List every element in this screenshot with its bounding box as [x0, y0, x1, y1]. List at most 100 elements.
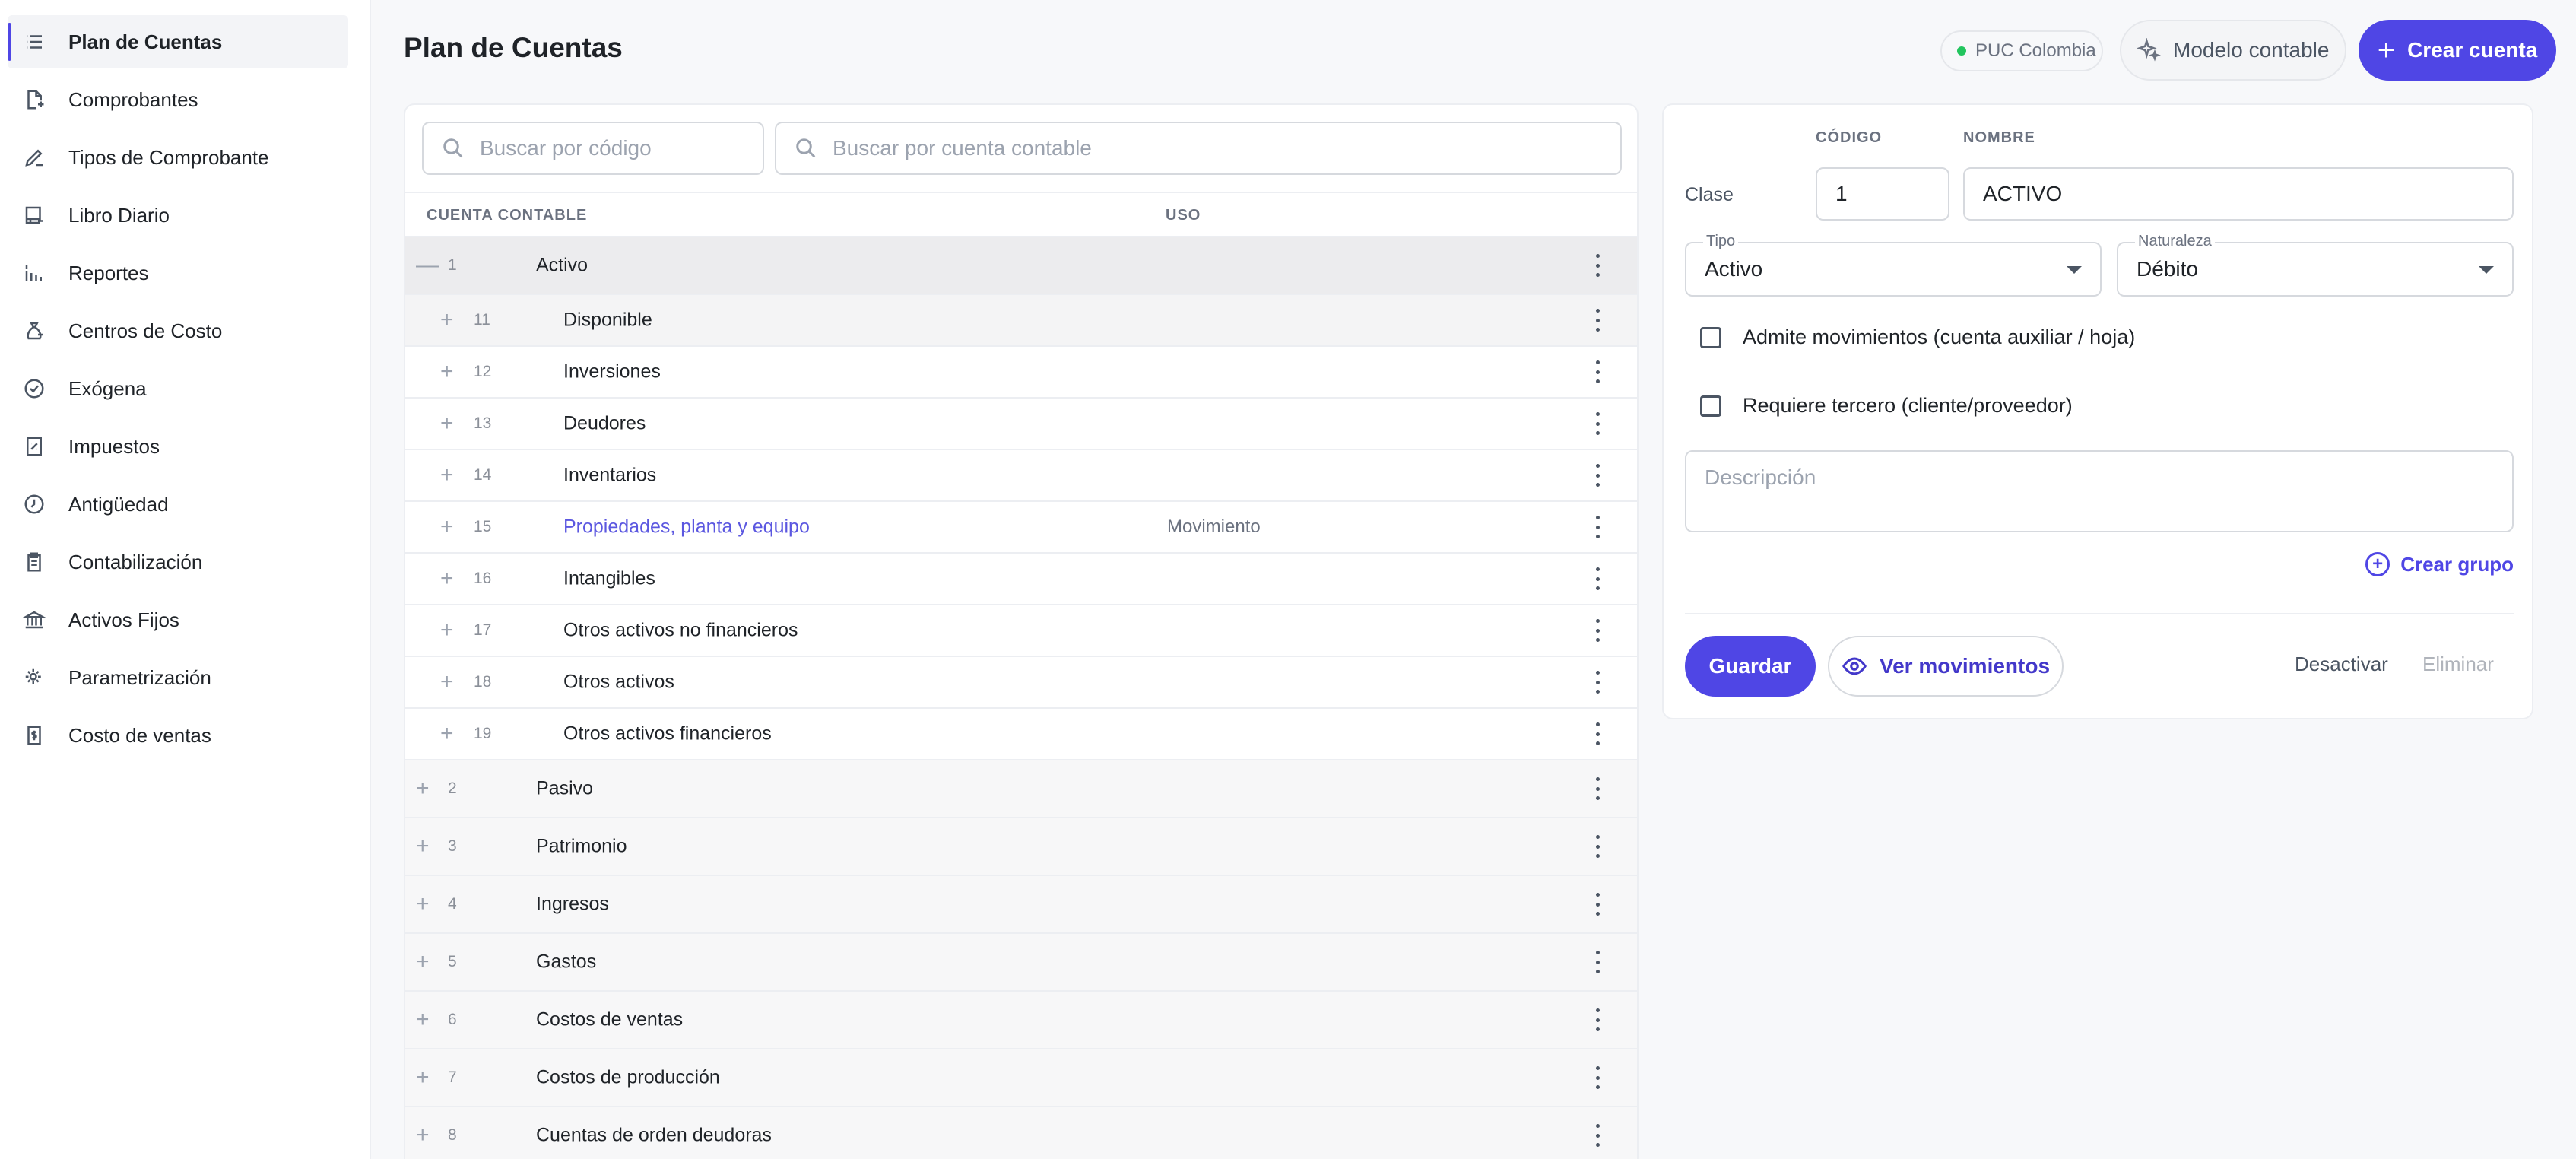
account-name[interactable]: Otros activos no financieros: [563, 620, 798, 642]
more-vertical-icon[interactable]: [1593, 516, 1602, 538]
expand-icon[interactable]: +: [440, 411, 454, 437]
more-vertical-icon[interactable]: [1593, 360, 1602, 383]
crear-grupo-button[interactable]: + Crear grupo: [2365, 552, 2514, 576]
expand-icon[interactable]: +: [416, 949, 430, 975]
more-vertical-icon[interactable]: [1593, 1008, 1602, 1031]
account-code: 19: [474, 725, 492, 742]
account-name[interactable]: Inversiones: [563, 361, 661, 383]
account-name[interactable]: Gastos: [536, 951, 596, 973]
table-row[interactable]: +5 Gastos: [405, 934, 1637, 992]
account-name[interactable]: Otros activos financieros: [563, 723, 772, 745]
modelo-contable-button[interactable]: Modelo contable: [2120, 20, 2346, 81]
guardar-button[interactable]: Guardar: [1685, 636, 1816, 697]
table-row[interactable]: +18 Otros activos: [405, 657, 1637, 709]
descripcion-textarea[interactable]: Descripción: [1685, 450, 2514, 532]
account-name[interactable]: Propiedades, planta y equipo: [563, 516, 810, 538]
sidebar-item-parametrizacion[interactable]: Parametrización: [8, 651, 348, 704]
more-vertical-icon[interactable]: [1593, 1124, 1602, 1147]
expand-icon[interactable]: +: [416, 834, 430, 859]
account-name[interactable]: Cuentas de orden deudoras: [536, 1125, 772, 1147]
checkbox-box[interactable]: [1700, 395, 1721, 417]
more-vertical-icon[interactable]: [1593, 567, 1602, 590]
eliminar-button[interactable]: Eliminar: [2422, 653, 2494, 676]
expand-icon[interactable]: +: [440, 307, 454, 333]
table-row[interactable]: +11 Disponible: [405, 295, 1637, 347]
table-row[interactable]: +14 Inventarios: [405, 450, 1637, 502]
sidebar-item-comprobantes[interactable]: Comprobantes: [8, 73, 348, 126]
table-row[interactable]: +13 Deudores: [405, 399, 1637, 450]
expand-icon[interactable]: +: [416, 891, 430, 917]
expand-icon[interactable]: +: [440, 669, 454, 695]
more-vertical-icon[interactable]: [1593, 309, 1602, 332]
more-vertical-icon[interactable]: [1593, 951, 1602, 973]
table-row[interactable]: +7 Costos de producción: [405, 1049, 1637, 1107]
expand-icon[interactable]: +: [416, 776, 430, 802]
expand-icon[interactable]: +: [440, 618, 454, 643]
account-name[interactable]: Disponible: [563, 310, 652, 332]
ver-movimientos-button[interactable]: Ver movimientos: [1828, 636, 2064, 697]
more-vertical-icon[interactable]: [1593, 1066, 1602, 1089]
table-row[interactable]: +6 Costos de ventas: [405, 992, 1637, 1049]
expand-icon[interactable]: +: [416, 1122, 430, 1148]
more-vertical-icon[interactable]: [1593, 619, 1602, 642]
sidebar-item-libro-diario[interactable]: Libro Diario: [8, 189, 348, 242]
more-vertical-icon[interactable]: [1593, 835, 1602, 858]
sidebar-item-plan-de-cuentas[interactable]: Plan de Cuentas: [8, 15, 348, 68]
table-row[interactable]: +8 Cuentas de orden deudoras: [405, 1107, 1637, 1159]
more-vertical-icon[interactable]: [1593, 777, 1602, 800]
desactivar-button[interactable]: Desactivar: [2295, 653, 2388, 676]
collapse-icon[interactable]: —: [416, 252, 439, 278]
admite-movimientos-checkbox[interactable]: Admite movimientos (cuenta auxiliar / ho…: [1700, 325, 2135, 349]
table-row[interactable]: +12 Inversiones: [405, 347, 1637, 399]
more-vertical-icon[interactable]: [1593, 254, 1602, 277]
table-row[interactable]: +2 Pasivo: [405, 760, 1637, 818]
expand-icon[interactable]: +: [440, 566, 454, 592]
tipo-select[interactable]: Tipo Activo: [1685, 233, 2102, 297]
account-name[interactable]: Pasivo: [536, 778, 593, 800]
table-row[interactable]: — 1 Activo: [405, 237, 1637, 295]
account-name[interactable]: Patrimonio: [536, 836, 627, 858]
expand-icon[interactable]: +: [440, 462, 454, 488]
account-name[interactable]: Inventarios: [563, 465, 656, 487]
more-vertical-icon[interactable]: [1593, 893, 1602, 916]
sidebar-item-costo-de-ventas[interactable]: Costo de ventas: [8, 709, 348, 762]
more-vertical-icon[interactable]: [1593, 671, 1602, 694]
requiere-tercero-checkbox[interactable]: Requiere tercero (cliente/proveedor): [1700, 394, 2073, 418]
account-name[interactable]: Costos de ventas: [536, 1009, 683, 1031]
table-row[interactable]: +19 Otros activos financieros: [405, 709, 1637, 760]
account-name[interactable]: Ingresos: [536, 894, 609, 916]
search-account-input[interactable]: Buscar por cuenta contable: [775, 122, 1622, 175]
more-vertical-icon[interactable]: [1593, 412, 1602, 435]
account-name[interactable]: Intangibles: [563, 568, 655, 590]
more-vertical-icon[interactable]: [1593, 722, 1602, 745]
sidebar-item-antiguedad[interactable]: Antigüedad: [8, 478, 348, 531]
checkbox-box[interactable]: [1700, 326, 1721, 348]
sidebar-item-contabilizacion[interactable]: Contabilización: [8, 535, 348, 589]
sidebar-item-tipos-de-comprobante[interactable]: Tipos de Comprobante: [8, 131, 348, 184]
codigo-input[interactable]: 1: [1816, 167, 1949, 221]
table-row[interactable]: +17 Otros activos no financieros: [405, 605, 1637, 657]
expand-icon[interactable]: +: [440, 721, 454, 747]
account-name[interactable]: Activo: [536, 255, 588, 277]
table-row[interactable]: +15 Propiedades, planta y equipo Movimient…: [405, 502, 1637, 554]
more-vertical-icon[interactable]: [1593, 464, 1602, 487]
search-code-input[interactable]: Buscar por código: [422, 122, 764, 175]
sidebar-item-centros-de-costo[interactable]: Centros de Costo: [8, 304, 348, 357]
sidebar-item-reportes[interactable]: Reportes: [8, 246, 348, 300]
crear-cuenta-button[interactable]: + Crear cuenta: [2359, 20, 2556, 81]
account-name[interactable]: Costos de producción: [536, 1067, 720, 1089]
sidebar-item-activos-fijos[interactable]: Activos Fijos: [8, 593, 348, 646]
naturaleza-select[interactable]: Naturaleza Débito: [2117, 233, 2514, 297]
expand-icon[interactable]: +: [416, 1065, 430, 1091]
expand-icon[interactable]: +: [416, 1007, 430, 1033]
table-row[interactable]: +16 Intangibles: [405, 554, 1637, 605]
table-row[interactable]: +4 Ingresos: [405, 876, 1637, 934]
sidebar-item-impuestos[interactable]: Impuestos: [8, 420, 348, 473]
expand-icon[interactable]: +: [440, 514, 454, 540]
account-name[interactable]: Deudores: [563, 413, 646, 435]
sidebar-item-exogena[interactable]: Exógena: [8, 362, 348, 415]
expand-icon[interactable]: +: [440, 359, 454, 385]
nombre-input[interactable]: ACTIVO: [1963, 167, 2514, 221]
table-row[interactable]: +3 Patrimonio: [405, 818, 1637, 876]
account-name[interactable]: Otros activos: [563, 672, 674, 694]
